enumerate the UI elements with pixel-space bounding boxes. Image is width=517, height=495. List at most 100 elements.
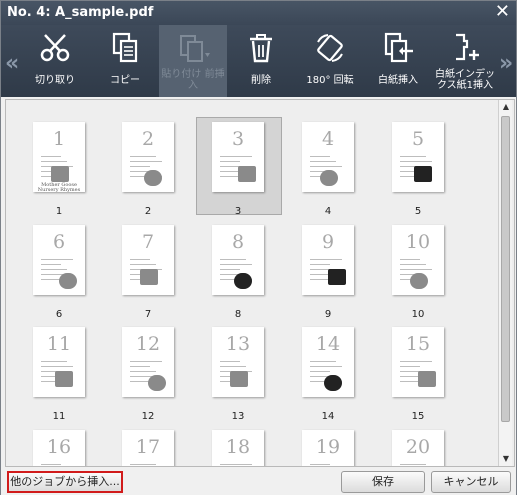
page-illustration (328, 269, 346, 285)
toolbar: « » 切り取り コピー 貼り付け 前挿入 削除 180° 回転 白紙挿入 白紙… (1, 25, 516, 97)
page-number-label: 13 (231, 411, 245, 422)
page-thumbnail[interactable]: 15 (392, 327, 444, 397)
close-icon[interactable]: ✕ (495, 3, 510, 21)
page-text-line (220, 156, 252, 157)
toolbar-scroll-right-icon[interactable]: » (499, 51, 513, 76)
rotate-label: 180° 回転 (306, 75, 354, 86)
page-text-line (130, 264, 156, 265)
page-number-label: 10 (411, 309, 425, 320)
page-thumbnail[interactable]: 13 (212, 327, 264, 397)
page-number-label: 3 (234, 206, 242, 217)
page-thumbnail[interactable]: 16 (33, 430, 85, 466)
insert-tab-label: 白紙インデックス紙1挿入 (435, 69, 495, 91)
cancel-button[interactable]: キャンセル (431, 471, 511, 493)
delete-label: 削除 (251, 75, 271, 86)
page-thumbnail[interactable]: 7 (122, 225, 174, 295)
insert-blank-button[interactable]: 白紙挿入 (367, 25, 429, 97)
page-text-line (41, 269, 67, 270)
page-text-line (220, 259, 246, 260)
page-thumbnail[interactable]: 12 (122, 327, 174, 397)
page-illustration (59, 273, 77, 289)
page-text-line (41, 156, 61, 157)
page-number-label: 7 (144, 309, 152, 320)
page-thumbnail[interactable]: 14 (302, 327, 354, 397)
page-text-line (41, 361, 67, 362)
save-button[interactable]: 保存 (341, 471, 425, 493)
page-thumbnail-number: 5 (411, 128, 425, 150)
page-text-line (130, 166, 150, 167)
page-text-line (130, 161, 162, 162)
page-thumbnail[interactable]: 19 (302, 430, 354, 466)
window-title: No. 4: A_sample.pdf (7, 5, 154, 20)
page-illustration (238, 166, 256, 182)
page-text-line (220, 161, 240, 162)
copy-button[interactable]: コピー (95, 25, 155, 97)
insert-from-other-job-button[interactable]: 他のジョブから挿入... (7, 471, 123, 493)
page-thumbnail[interactable]: 20 (392, 430, 444, 466)
page-text-line (310, 366, 342, 367)
page-text-line (130, 156, 156, 157)
page-thumbnail[interactable]: 18 (212, 430, 264, 466)
page-thumbnail[interactable]: 1 Mother Goose Nursery Rhymes (33, 122, 85, 192)
page-illustration (51, 166, 69, 182)
page-thumbnail-number: 17 (135, 436, 161, 458)
vertical-scrollbar[interactable]: ▲ ▼ (498, 100, 512, 466)
page-thumbnail[interactable]: 17 (122, 430, 174, 466)
page-thumbnail-number: 1 (52, 128, 66, 150)
page-thumbnail-number: 2 (141, 128, 155, 150)
page-illustration (148, 375, 166, 391)
page-thumbnail[interactable]: 5 (392, 122, 444, 192)
page-number-label: 15 (411, 411, 425, 422)
page-text-line (41, 161, 67, 162)
page-text-line (220, 264, 252, 265)
page-thumbnail[interactable]: 11 (33, 327, 85, 397)
page-thumbnail-number: 7 (141, 231, 155, 253)
page-number-label: 5 (414, 206, 422, 217)
scrollbar-thumb[interactable] (501, 116, 510, 422)
rotate-180-button[interactable]: 180° 回転 (297, 25, 363, 97)
page-text-line (310, 464, 330, 465)
page-illustration (144, 170, 162, 186)
page-thumbnail[interactable]: 3 (212, 122, 264, 192)
page-text-line (130, 361, 162, 362)
page-number-label: 1 (55, 206, 63, 217)
page-number-label: 4 (324, 206, 332, 217)
cut-button[interactable]: 切り取り (25, 25, 85, 97)
page-thumbnail-number: 13 (225, 333, 251, 355)
page-thumbnail-number: 18 (225, 436, 251, 458)
page-illustration (234, 273, 252, 289)
page-thumbnail-number: 4 (321, 128, 335, 150)
page-text-line (310, 361, 336, 362)
toolbar-scroll-left-icon[interactable]: « (5, 51, 19, 76)
dialog-footer: 他のジョブから挿入... 保存 キャンセル (1, 469, 516, 495)
page-text-line (400, 161, 432, 162)
delete-button[interactable]: 削除 (233, 25, 289, 97)
page-text-line (310, 279, 330, 280)
page-thumbnail[interactable]: 2 (122, 122, 174, 192)
page-number-label: 2 (144, 206, 152, 217)
page-text-line (400, 269, 432, 270)
page-thumbnail[interactable]: 9 (302, 225, 354, 295)
page-thumbnail[interactable]: 10 (392, 225, 444, 295)
page-thumbnail[interactable]: 8 (212, 225, 264, 295)
copy-icon (112, 32, 138, 63)
scroll-up-icon[interactable]: ▲ (500, 101, 512, 113)
page-number-label: 12 (141, 411, 155, 422)
page-thumbnail-number: 11 (46, 333, 72, 355)
page-thumbnail-number: 3 (231, 128, 245, 150)
dialog-window: No. 4: A_sample.pdf ✕ « » 切り取り コピー 貼り付け … (0, 0, 517, 495)
page-text-line (220, 366, 246, 367)
page-thumbnail[interactable]: 6 (33, 225, 85, 295)
page-illustration (320, 170, 338, 186)
paste-before-button[interactable]: 貼り付け 前挿入 (159, 25, 227, 97)
cut-label: 切り取り (35, 75, 75, 86)
page-thumbnail-number: 9 (321, 231, 335, 253)
insert-tab-button[interactable]: 白紙インデックス紙1挿入 (431, 25, 499, 97)
page-text-line (400, 366, 420, 367)
insert-blank-page-icon (384, 32, 413, 63)
scroll-down-icon[interactable]: ▼ (500, 453, 512, 465)
page-text-line (41, 279, 61, 280)
page-number-label: 9 (324, 309, 332, 320)
page-text-line (130, 366, 150, 367)
page-thumbnail[interactable]: 4 (302, 122, 354, 192)
